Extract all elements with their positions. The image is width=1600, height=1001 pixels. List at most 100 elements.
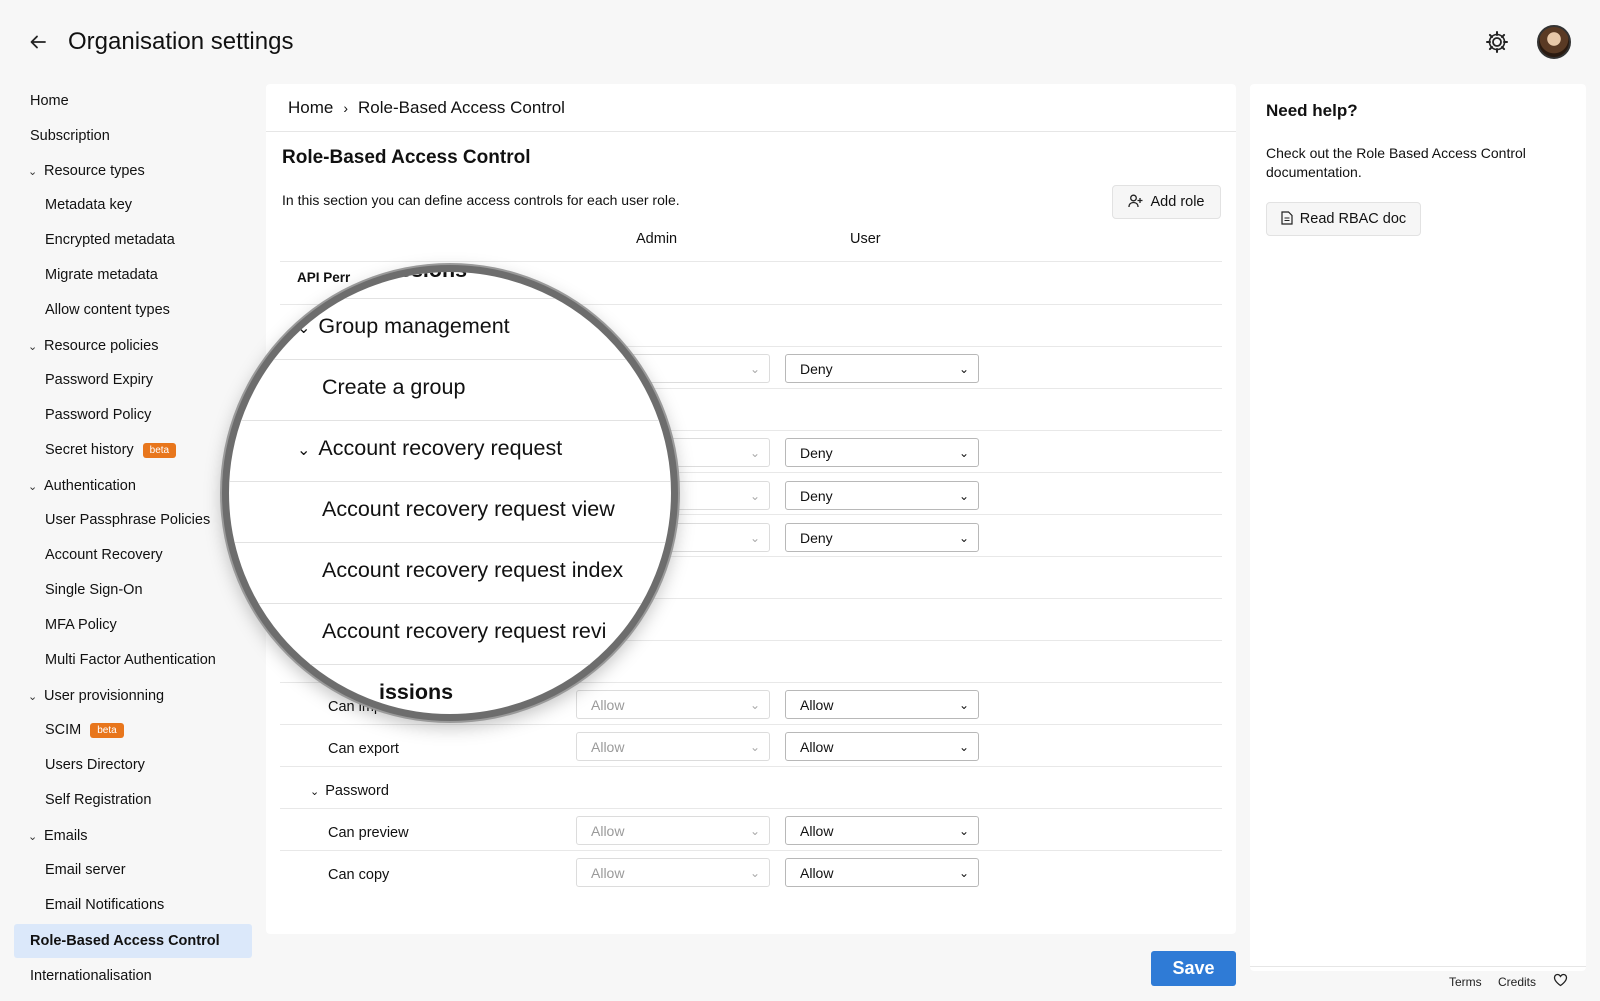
column-header-user: User [850,231,881,247]
chevron-down-icon: ⌄ [28,480,38,493]
sidebar-item-home[interactable]: Home [14,86,252,116]
sidebar-item-email-server[interactable]: Email server [14,855,252,885]
sidebar-item-internationalisation[interactable]: Internationalisation [14,961,252,991]
magnified-divider [229,359,671,360]
sidebar-item-authentication[interactable]: ⌄ Authentication [14,471,252,501]
user-can-preview-select[interactable]: Allow ⌄ [785,816,979,845]
magnified-api-permissions-partial: ssions [399,265,468,282]
chevron-down-icon: ⌄ [958,697,970,712]
beta-badge: beta [142,442,177,458]
sidebar-item-user-passphrase-policies[interactable]: User Passphrase Policies [14,505,252,535]
sidebar-item-emails[interactable]: ⌄ Emails [14,821,252,851]
chevron-down-icon: ⌄ [749,530,761,545]
user-can-export-select[interactable]: Allow ⌄ [785,732,979,761]
sidebar-item-rbac[interactable]: Role-Based Access Control [14,924,252,958]
user-permission-select[interactable]: Deny ⌄ [785,438,979,467]
sidebar-item-subscription[interactable]: Subscription [14,121,252,151]
admin-can-import-select[interactable]: Allow ⌄ [576,690,770,719]
avatar[interactable] [1537,25,1571,59]
sidebar-item-account-recovery[interactable]: Account Recovery [14,540,252,570]
top-bar: Organisation settings [0,0,1600,84]
arrow-left-icon [30,35,46,49]
magnified-divider [229,603,671,604]
chevron-down-icon: ⌄ [28,340,38,353]
document-icon [1281,210,1293,228]
breadcrumb-home[interactable]: Home [288,98,333,118]
sidebar-item-email-notifications[interactable]: Email Notifications [14,890,252,920]
chevron-down-icon: ⌄ [958,530,970,545]
sidebar-item-single-sign-on[interactable]: Single Sign-On [14,575,252,605]
user-permission-select[interactable]: Deny ⌄ [785,481,979,510]
page-title: Organisation settings [68,28,294,55]
add-role-button[interactable]: Add role [1112,185,1221,219]
api-permissions-heading: API Perr [297,270,351,285]
sidebar-item-users-directory[interactable]: Users Directory [14,750,252,780]
magnified-divider [229,298,671,299]
back-arrow-icon[interactable] [26,30,50,54]
add-user-icon [1128,194,1143,211]
chevron-down-icon: ⌄ [749,739,761,754]
magnified-group-management: ⌄ Group management [297,314,510,338]
magnified-arr-index: Account recovery request index [322,558,624,582]
sidebar-item-scim[interactable]: SCIM beta [14,715,252,745]
chevron-down-icon: ⌄ [749,865,761,880]
user-can-import-select[interactable]: Allow ⌄ [785,690,979,719]
sidebar-item-metadata-key[interactable]: Metadata key [14,190,252,220]
magnified-create-group: Create a group [322,375,466,399]
row-label-can-preview: Can preview [328,825,409,841]
gear-icon[interactable] [1483,28,1511,56]
sidebar-item-password-policy[interactable]: Password Policy [14,400,252,430]
sidebar-item-encrypted-metadata[interactable]: Encrypted metadata [14,225,252,255]
column-header-admin: Admin [636,231,678,247]
section-description: In this section you can define access co… [282,192,680,208]
chevron-down-icon: ⌄ [958,361,970,376]
breadcrumb-separator: › [343,100,349,116]
chevron-down-icon: ⌄ [28,690,38,703]
magnifier-lens: ssions ⌄ Group management Create a group … [222,265,678,721]
read-rbac-doc-button[interactable]: Read RBAC doc [1266,202,1421,236]
chevron-down-icon: ⌄ [958,445,970,460]
row-label-can-export: Can export [328,741,399,757]
save-button[interactable]: Save [1151,951,1236,986]
row-divider [280,724,1222,725]
admin-can-preview-select[interactable]: Allow ⌄ [576,816,770,845]
chevron-down-icon: ⌄ [28,830,38,843]
password-group-toggle[interactable]: ⌄ Password [310,783,389,799]
magnified-permissions-partial: issions [379,680,454,704]
chevron-down-icon: ⌄ [749,823,761,838]
sidebar-item-self-registration[interactable]: Self Registration [14,785,252,815]
row-label-can-copy: Can copy [328,867,390,883]
divider [266,131,1236,132]
chevron-down-icon: ⌄ [310,786,320,798]
chevron-down-icon: ⌄ [749,697,761,712]
chevron-down-icon: ⌄ [749,488,761,503]
user-permission-select[interactable]: Deny ⌄ [785,523,979,552]
breadcrumb: Home › Role-Based Access Control [288,98,565,118]
admin-can-export-select[interactable]: Allow ⌄ [576,732,770,761]
row-divider [280,808,1222,809]
magnified-account-recovery-request: ⌄ Account recovery request [297,436,563,460]
sidebar-item-user-provisionning[interactable]: ⌄ User provisionning [14,681,252,711]
magnified-divider [229,542,671,543]
user-can-copy-select[interactable]: Allow ⌄ [785,858,979,887]
sidebar-item-resource-types[interactable]: ⌄ Resource types [14,156,252,186]
magnified-divider [229,481,671,482]
sidebar-item-multi-factor-authentication[interactable]: Multi Factor Authentication [14,645,252,675]
sidebar-item-password-expiry[interactable]: Password Expiry [14,365,252,395]
heart-icon[interactable] [1553,973,1568,990]
credits-link[interactable]: Credits [1498,975,1536,989]
terms-link[interactable]: Terms [1449,975,1482,989]
sidebar-item-allow-content-types[interactable]: Allow content types [14,295,252,325]
settings-sidebar: Home Subscription ⌄ Resource types Metada… [14,86,254,1001]
magnified-arr-view: Account recovery request view [322,497,615,521]
sidebar-item-secret-history[interactable]: Secret history beta [14,435,252,465]
sidebar-item-migrate-metadata[interactable]: Migrate metadata [14,260,252,290]
chevron-down-icon: ⌄ [749,445,761,460]
sidebar-item-mfa-policy[interactable]: MFA Policy [14,610,252,640]
row-divider [280,850,1222,851]
sidebar-item-resource-policies[interactable]: ⌄ Resource policies [14,331,252,361]
help-title: Need help? [1266,101,1358,120]
user-permission-select[interactable]: Deny ⌄ [785,354,979,383]
admin-can-copy-select[interactable]: Allow ⌄ [576,858,770,887]
section-title: Role-Based Access Control [282,147,531,168]
